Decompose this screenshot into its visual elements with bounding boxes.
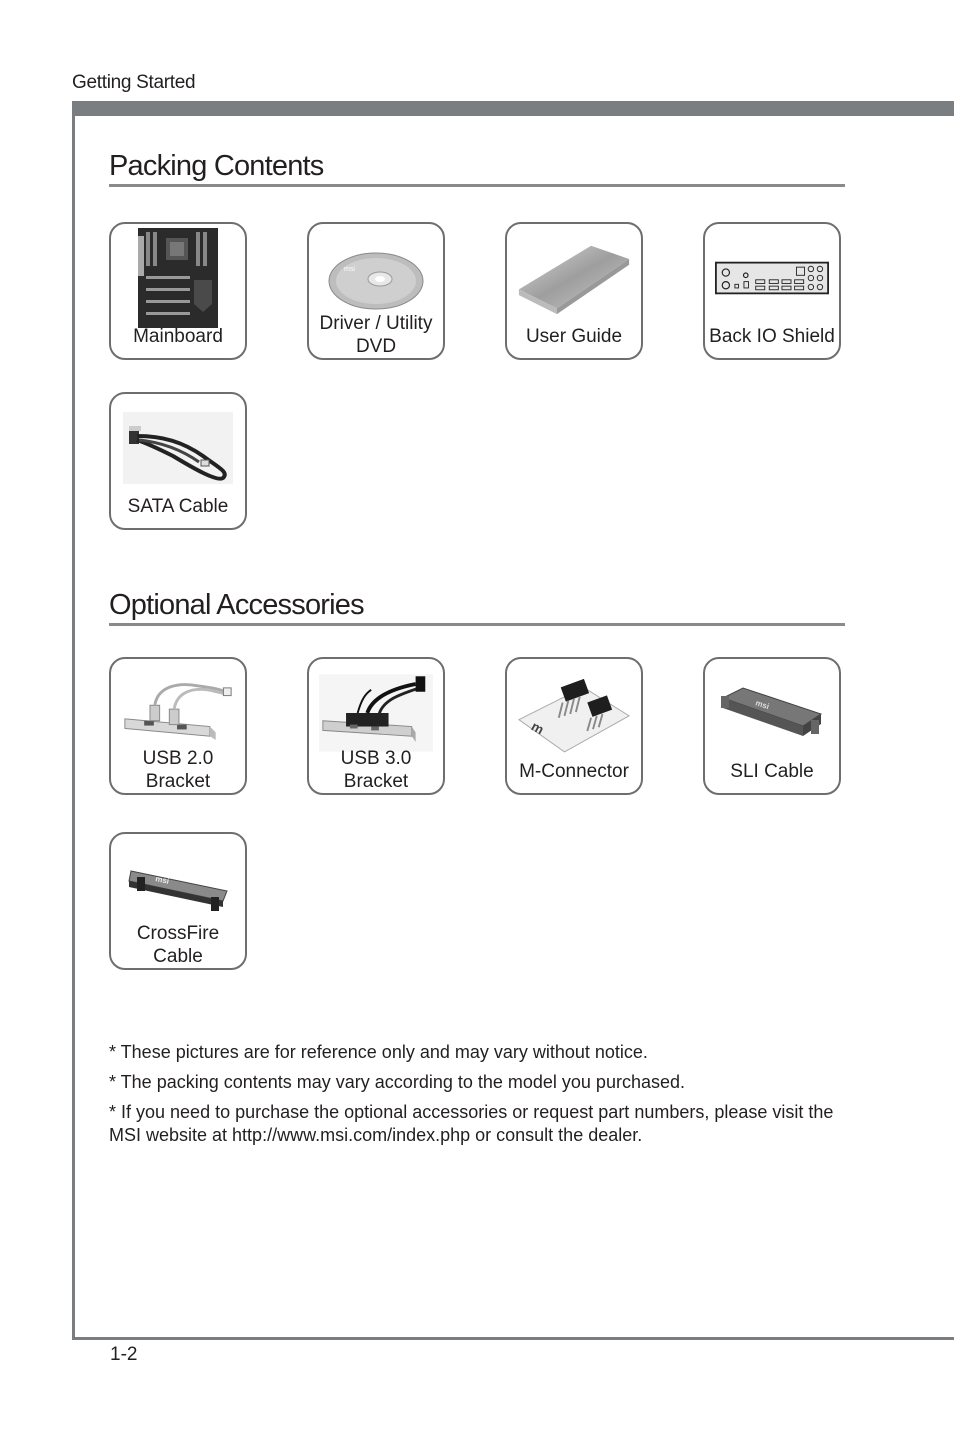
item-card-sli-cable: msi SLI Cable	[703, 657, 841, 795]
item-card-user-guide: User Guide	[505, 222, 643, 360]
item-label-line1: CrossFire	[136, 923, 220, 944]
page-number: 1-2	[110, 1344, 138, 1365]
item-label: SATA Cable	[127, 496, 229, 517]
item-label: Driver / Utility DVD	[309, 312, 443, 358]
item-label-line1: USB 3.0	[340, 748, 412, 769]
item-label: M-Connector	[519, 761, 629, 782]
item-label-line1: Driver / Utility	[319, 313, 433, 334]
user-guide-icon	[517, 230, 631, 326]
item-label: USB 3.0 Bracket	[309, 747, 443, 793]
item-card-sata-cable: SATA Cable	[109, 392, 247, 530]
sli-cable-icon: msi	[715, 665, 829, 761]
io-shield-icon	[715, 230, 829, 326]
note: * These pictures are for reference only …	[109, 1042, 648, 1062]
item-card-io-shield: Back IO Shield	[703, 222, 841, 360]
svg-text:msi: msi	[344, 266, 355, 273]
mainboard-icon	[121, 228, 235, 328]
item-label: USB 2.0 Bracket	[111, 747, 245, 793]
item-card-m-connector: m M-Connector	[505, 657, 643, 795]
note: * The packing contents may vary accordin…	[109, 1072, 685, 1092]
chapter-header: Getting Started	[72, 72, 196, 93]
item-label: Back IO Shield	[709, 326, 835, 347]
section-divider	[109, 184, 845, 187]
item-card-crossfire-cable: msi CrossFire Cable	[109, 832, 247, 970]
frame-top-bar	[72, 101, 954, 116]
item-label-line2: Bracket	[343, 771, 409, 792]
optional-accessories-title: Optional Accessories	[109, 589, 365, 621]
sata-cable-icon	[121, 400, 235, 496]
item-label: User Guide	[525, 326, 623, 347]
item-label-line2: Bracket	[145, 771, 211, 792]
item-card-dvd: msi Driver / Utility DVD	[307, 222, 445, 360]
m-connector-icon: m	[517, 665, 631, 761]
packing-contents-title: Packing Contents	[109, 150, 324, 182]
note: * If you need to purchase the optional a…	[109, 1102, 834, 1145]
item-label: Mainboard	[133, 326, 223, 347]
item-card-mainboard: Mainboard	[109, 222, 247, 360]
frame-left-rule	[72, 101, 75, 1339]
item-card-usb2-bracket: USB 2.0 Bracket	[109, 657, 247, 795]
frame-bottom-rule	[72, 1337, 954, 1340]
item-label-line1: USB 2.0	[142, 748, 214, 769]
item-label-line2: Cable	[153, 946, 203, 967]
item-label: CrossFire Cable	[111, 922, 245, 968]
section-divider	[109, 623, 845, 626]
item-card-usb3-bracket: USB 3.0 Bracket	[307, 657, 445, 795]
item-label-line2: DVD	[355, 336, 397, 357]
notes: * These pictures are for reference only …	[109, 1041, 854, 1154]
item-label: SLI Cable	[730, 761, 814, 782]
